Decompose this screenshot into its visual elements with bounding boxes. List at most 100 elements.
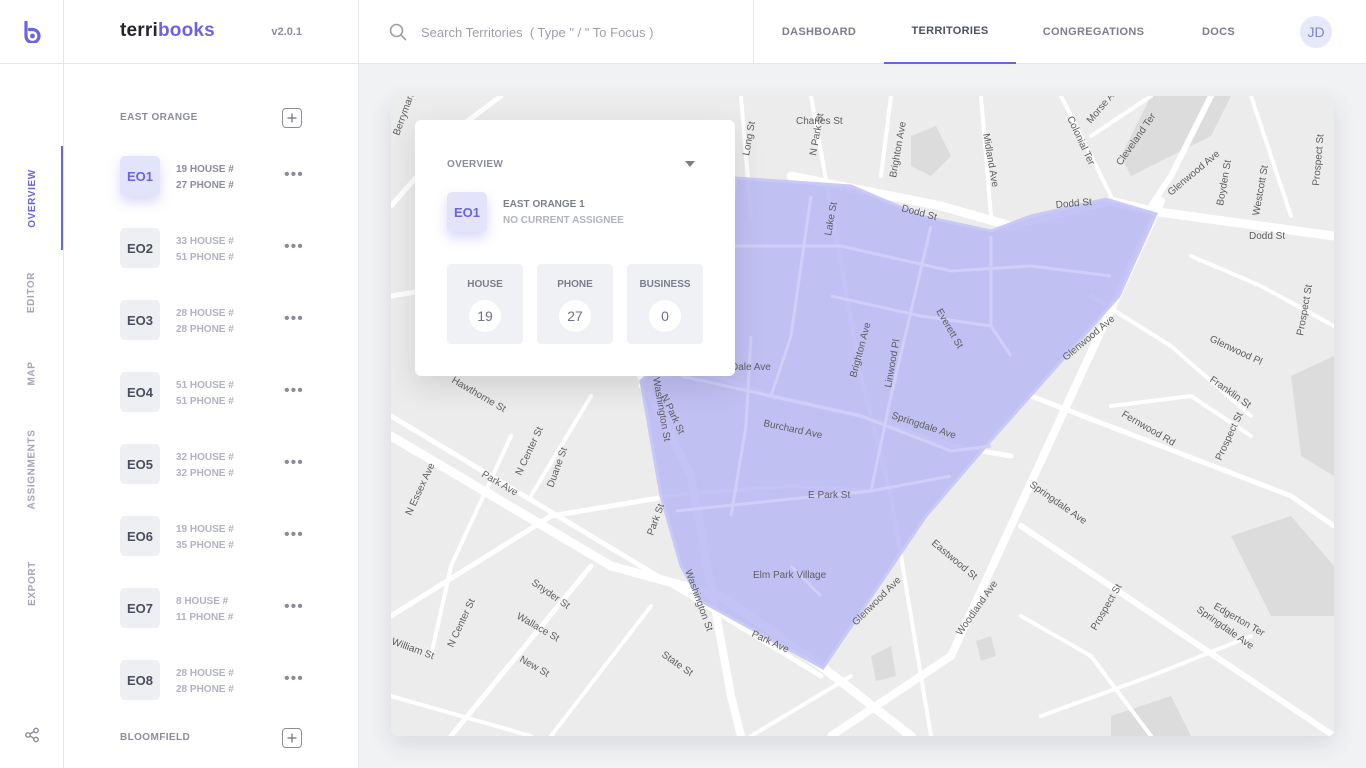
- more-options-icon[interactable]: •••: [284, 311, 304, 327]
- territory-row-eo4[interactable]: EO4 51 HOUSE # 51 PHONE # •••: [120, 372, 304, 414]
- territory-badge[interactable]: EO4: [120, 372, 160, 412]
- house-count: 51 HOUSE #: [176, 380, 234, 391]
- side-rail: OVERVIEW EDITOR MAP ASSIGNMENTS EXPORT: [0, 64, 64, 768]
- stat-value: 19: [469, 300, 501, 332]
- rail-label: OVERVIEW: [26, 168, 38, 228]
- plus-icon: [287, 113, 297, 123]
- more-options-icon[interactable]: •••: [284, 599, 304, 615]
- stat-label: PHONE: [557, 279, 593, 290]
- tab-dashboard[interactable]: DASHBOARD: [754, 0, 884, 64]
- more-options-icon[interactable]: •••: [284, 383, 304, 399]
- stat-business: BUSINESS 0: [627, 264, 703, 344]
- territory-badge[interactable]: EO7: [120, 588, 160, 628]
- search-input[interactable]: [421, 21, 731, 43]
- territory-stats: 28 HOUSE # 28 PHONE #: [176, 666, 234, 698]
- search-icon: [389, 23, 407, 41]
- overview-card: OVERVIEW EO1 EAST ORANGE 1 NO CURRENT AS…: [415, 120, 735, 376]
- rail-item-overview[interactable]: OVERVIEW: [0, 158, 64, 238]
- phone-count: 32 PHONE #: [176, 468, 234, 479]
- rail-label: EDITOR: [26, 271, 38, 313]
- more-options-icon[interactable]: •••: [284, 671, 304, 687]
- overview-title: OVERVIEW: [447, 159, 504, 170]
- rail-label: ASSIGNMENTS: [26, 429, 38, 509]
- house-count: 8 HOUSE #: [176, 596, 229, 607]
- rail-item-export[interactable]: EXPORT: [0, 548, 64, 618]
- territory-row-eo5[interactable]: EO5 32 HOUSE # 32 PHONE # •••: [120, 444, 304, 486]
- tab-docs[interactable]: DOCS: [1171, 0, 1266, 64]
- overview-territory-badge: EO1: [447, 192, 487, 232]
- add-territory-button[interactable]: [282, 728, 302, 748]
- phone-count: 28 PHONE #: [176, 324, 234, 335]
- rail-label: EXPORT: [26, 560, 38, 606]
- share-icon[interactable]: [24, 727, 40, 743]
- group-title-east-orange: EAST ORANGE: [120, 112, 198, 123]
- stat-label: HOUSE: [467, 279, 503, 290]
- stat-label: BUSINESS: [639, 279, 691, 290]
- group-title-bloomfield: BLOOMFIELD: [120, 732, 191, 743]
- add-territory-button[interactable]: [282, 108, 302, 128]
- user-avatar[interactable]: JD: [1300, 16, 1332, 48]
- tab-territories[interactable]: TERRITORIES: [884, 0, 1016, 64]
- territory-row-eo3[interactable]: EO3 28 HOUSE # 28 PHONE # •••: [120, 300, 304, 342]
- territory-badge[interactable]: EO1: [120, 156, 160, 196]
- stat-house: HOUSE 19: [447, 264, 523, 344]
- phone-count: 11 PHONE #: [176, 612, 234, 623]
- territory-badge[interactable]: EO3: [120, 300, 160, 340]
- chevron-down-icon[interactable]: [685, 161, 695, 167]
- house-count: 19 HOUSE #: [176, 524, 234, 535]
- stat-value: 0: [649, 300, 681, 332]
- app-version: v2.0.1: [271, 26, 302, 38]
- territory-stats: 51 HOUSE # 51 PHONE #: [176, 378, 234, 410]
- brand-part-2: books: [157, 20, 215, 41]
- house-count: 28 HOUSE #: [176, 308, 234, 319]
- territory-stats: 8 HOUSE # 11 PHONE #: [176, 594, 233, 626]
- street-label: Dale Ave: [731, 362, 771, 373]
- tab-congregations[interactable]: CONGREGATIONS: [1016, 0, 1171, 64]
- territory-row-eo8[interactable]: EO8 28 HOUSE # 28 PHONE # •••: [120, 660, 304, 702]
- overview-territory-name: EAST ORANGE 1: [503, 199, 585, 210]
- territory-row-eo2[interactable]: EO2 33 HOUSE # 51 PHONE # •••: [120, 228, 304, 270]
- territory-stats: 28 HOUSE # 28 PHONE #: [176, 306, 234, 338]
- territory-row-eo1[interactable]: EO1 19 HOUSE # 27 PHONE # •••: [120, 156, 304, 198]
- territory-stats: 33 HOUSE # 51 PHONE #: [176, 234, 234, 266]
- territory-row-eo7[interactable]: EO7 8 HOUSE # 11 PHONE # •••: [120, 588, 304, 630]
- territory-badge[interactable]: EO5: [120, 444, 160, 484]
- territory-badge[interactable]: EO8: [120, 660, 160, 700]
- phone-count: 28 PHONE #: [176, 684, 234, 695]
- rail-item-assignments[interactable]: ASSIGNMENTS: [0, 414, 64, 524]
- territory-list: EAST ORANGE EO1 19 HOUSE # 27 PHONE # •••…: [64, 64, 359, 768]
- house-count: 33 HOUSE #: [176, 236, 234, 247]
- brand-cell: terribooks v2.0.1: [64, 0, 359, 64]
- overview-assignee: NO CURRENT ASSIGNEE: [503, 215, 624, 226]
- phone-count: 51 PHONE #: [176, 252, 234, 263]
- more-options-icon[interactable]: •••: [284, 455, 304, 471]
- stat-value: 27: [559, 300, 591, 332]
- top-bar: terribooks v2.0.1 DASHBOARD TERRITORIES …: [0, 0, 1366, 64]
- more-options-icon[interactable]: •••: [284, 527, 304, 543]
- territory-badge[interactable]: EO2: [120, 228, 160, 268]
- phone-count: 51 PHONE #: [176, 396, 234, 407]
- house-count: 32 HOUSE #: [176, 452, 234, 463]
- street-label: Dodd St: [1249, 231, 1285, 242]
- more-options-icon[interactable]: •••: [284, 239, 304, 255]
- stat-phone: PHONE 27: [537, 264, 613, 344]
- search-bar: [359, 0, 754, 64]
- phone-count: 35 PHONE #: [176, 540, 234, 551]
- territory-stats: 19 HOUSE # 35 PHONE #: [176, 522, 234, 554]
- rail-item-editor[interactable]: EDITOR: [0, 262, 64, 322]
- territory-stats: 32 HOUSE # 32 PHONE #: [176, 450, 234, 482]
- rail-label: MAP: [26, 360, 38, 386]
- house-count: 28 HOUSE #: [176, 668, 234, 679]
- plus-icon: [287, 733, 297, 743]
- street-label: E Park St: [808, 490, 850, 501]
- territory-stats: 19 HOUSE # 27 PHONE #: [176, 162, 234, 194]
- territory-badge[interactable]: EO6: [120, 516, 160, 556]
- brand-part-1: terri: [120, 20, 158, 41]
- rail-item-map[interactable]: MAP: [0, 356, 64, 390]
- territory-row-eo6[interactable]: EO6 19 HOUSE # 35 PHONE # •••: [120, 516, 304, 558]
- brand-wordmark[interactable]: terribooks: [120, 20, 215, 42]
- app-logo-icon[interactable]: [23, 21, 41, 43]
- more-options-icon[interactable]: •••: [284, 167, 304, 183]
- street-label: Elm Park Village: [753, 570, 827, 581]
- phone-count: 27 PHONE #: [176, 180, 234, 191]
